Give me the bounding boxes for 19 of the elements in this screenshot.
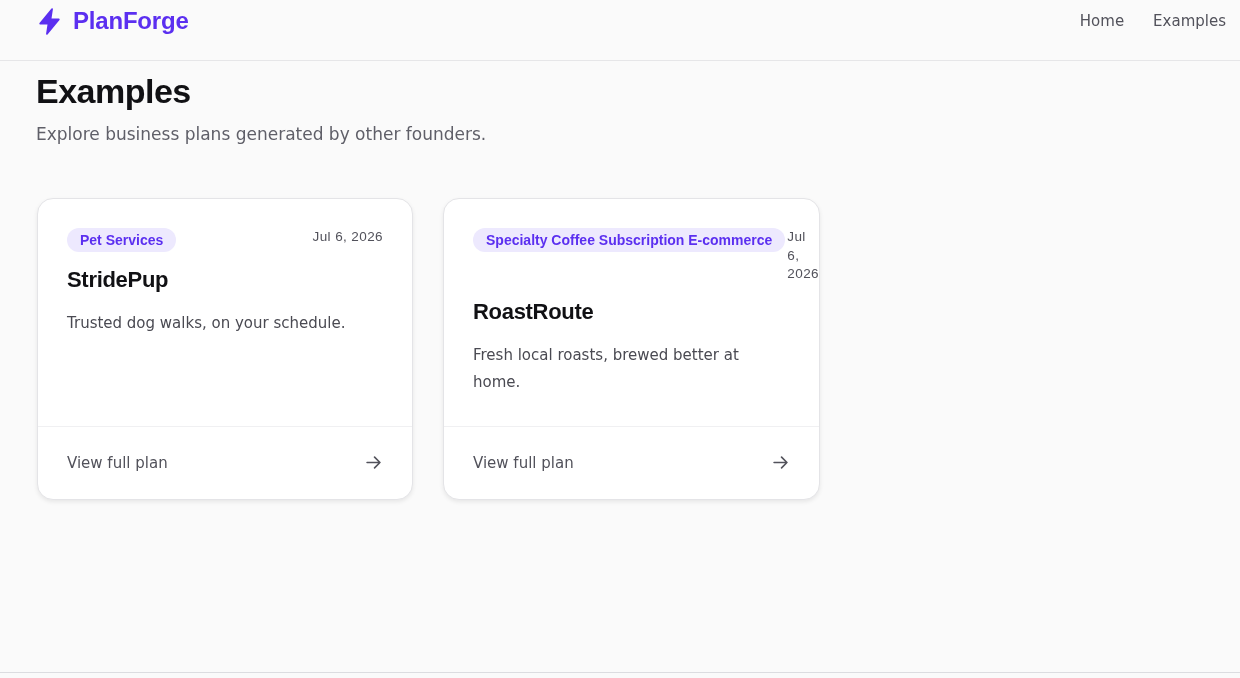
lightning-bolt-icon: [37, 7, 62, 35]
arrow-right-icon: [366, 456, 381, 469]
category-tag: Pet Services: [67, 228, 177, 252]
plan-name: RoastRoute: [473, 297, 595, 326]
nav-link[interactable]: Examples: [1153, 12, 1226, 30]
plan-tagline: Trusted dog walks, on your schedule.: [67, 313, 347, 334]
nav-link[interactable]: Home: [1079, 12, 1125, 30]
plan-date: Jul 6, 2026: [786, 228, 819, 283]
view-plan-link[interactable]: View full plan: [38, 425, 412, 499]
plan-tagline: Fresh local roasts, brewed better at home.: [473, 344, 740, 393]
plan-name: StridePup: [67, 266, 170, 294]
plan-date: Jul 6, 2026: [311, 228, 383, 246]
page-subtitle: Explore business plans generated by other founders.: [36, 123, 488, 146]
brand-name: PlanForge: [73, 7, 189, 35]
page-title: Examples: [36, 71, 192, 112]
category-tag: Specialty Coffee Subscription E-commerce: [473, 228, 786, 252]
arrow-right-icon: [773, 456, 788, 469]
view-plan-link[interactable]: View full plan: [444, 425, 819, 499]
brand-logo-link[interactable]: PlanForge: [37, 7, 189, 35]
